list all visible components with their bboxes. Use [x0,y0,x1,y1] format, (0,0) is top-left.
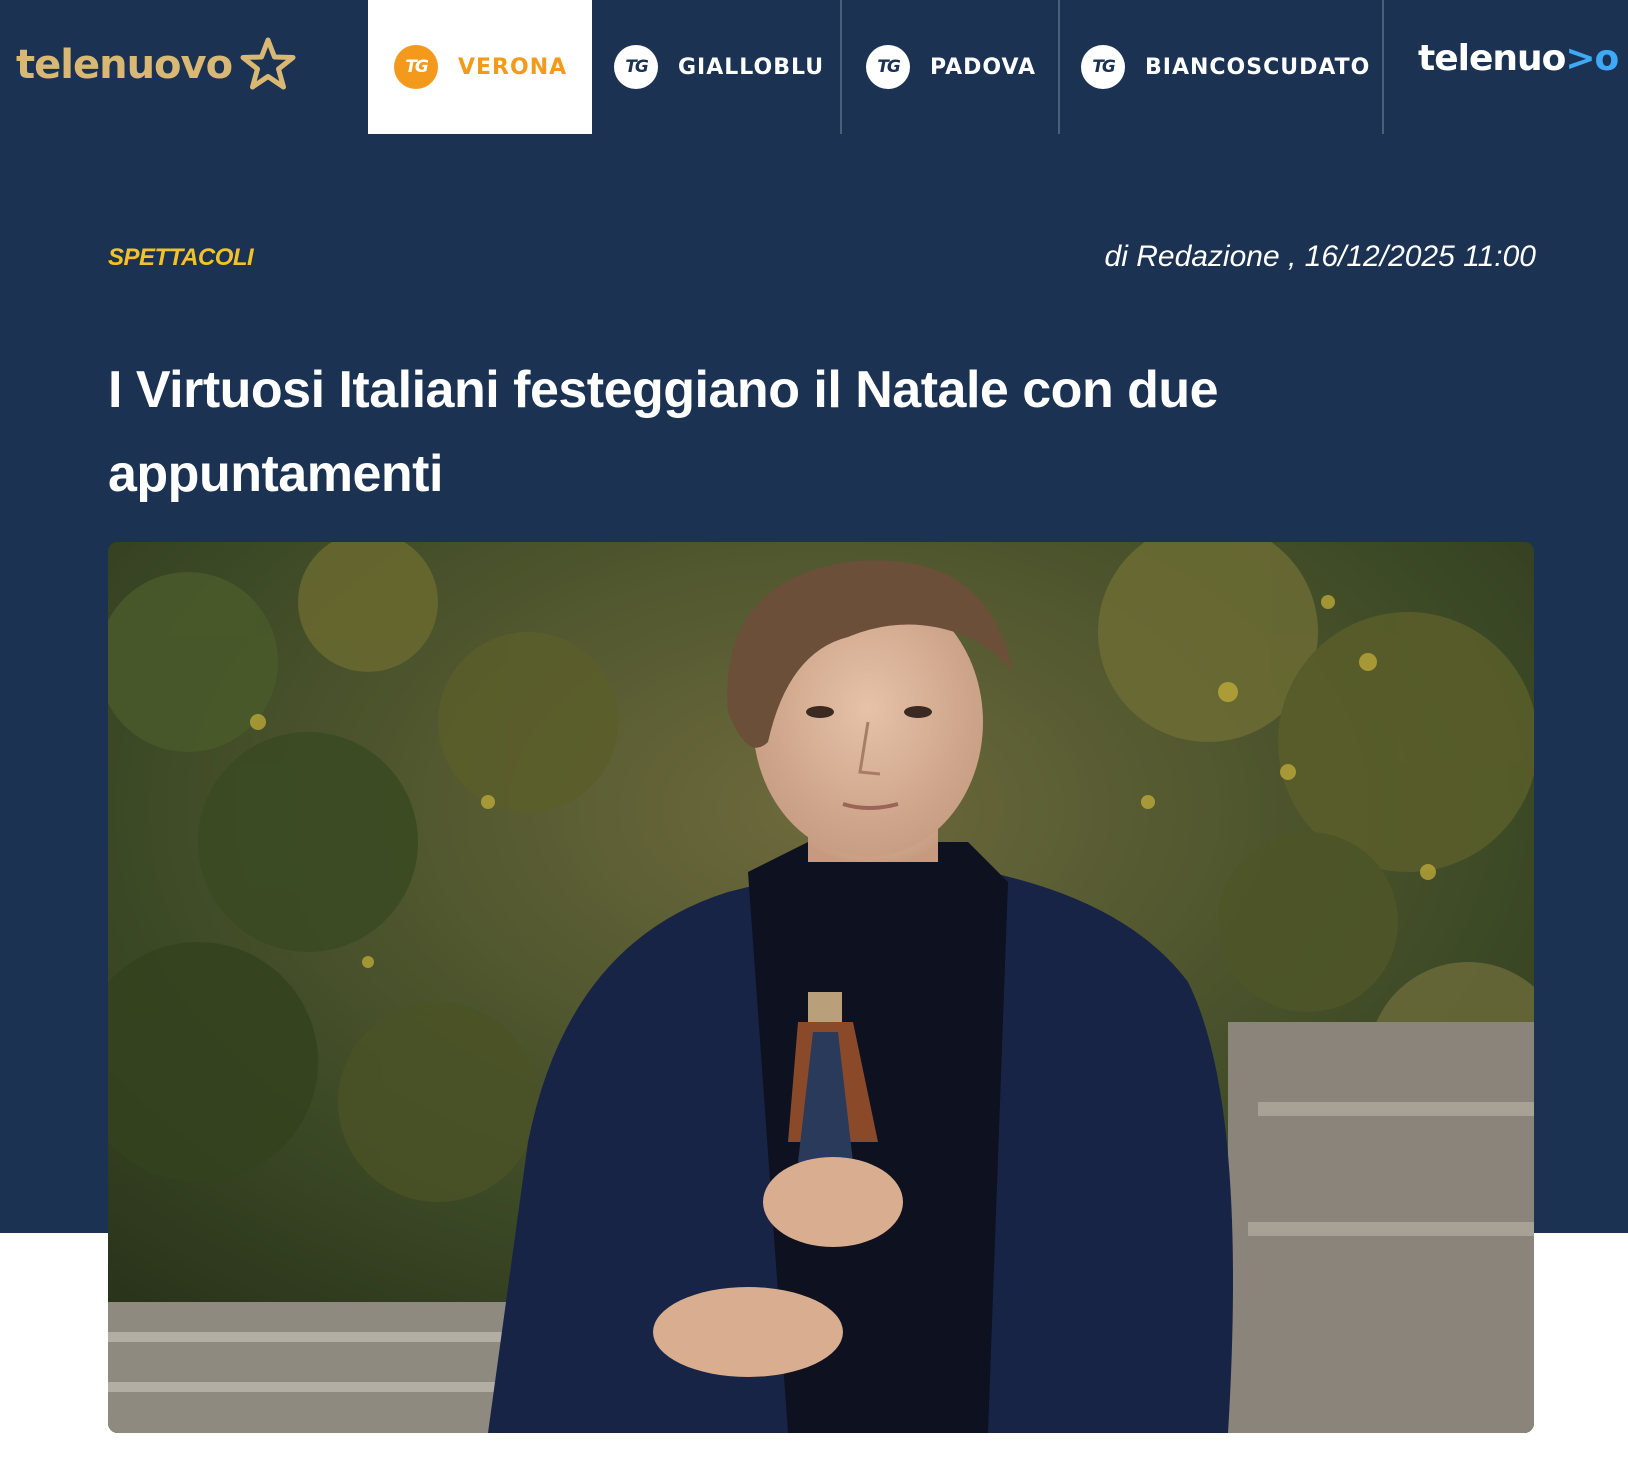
tab-divider [840,0,842,134]
secondary-logo-accent: >o [1565,38,1619,79]
tg-icon: TG [866,45,910,89]
article-byline: di Redazione , 16/12/2025 11:00 [1104,240,1536,273]
tab-label: PADOVA [930,54,1037,80]
tab-divider [1058,0,1060,134]
top-navigation: telenuovo TG VERONA TG GIALLOBLU TG PADO… [0,0,1628,134]
article-title: I Virtuosi Italiani festeggiano il Natal… [108,361,1219,503]
logo-text: telenuovo [16,42,233,88]
tab-label: VERONA [458,54,568,80]
tab-divider [1382,0,1384,134]
musician-photo [108,542,1534,1433]
category-link[interactable]: SPETTACOLI [108,244,254,272]
tab-label: GIALLOBLU [678,54,825,80]
tab-padova[interactable]: TG PADOVA [866,0,1036,134]
article-hero-image [108,542,1534,1433]
tab-biancoscudato[interactable]: TG BIANCOSCUDATO [1081,0,1370,134]
site-logo[interactable]: telenuovo [16,30,298,100]
tab-gialloblu[interactable]: TG GIALLOBLU [614,0,824,134]
secondary-logo-text: telenuo [1418,38,1566,79]
tg-icon: TG [1081,45,1125,89]
tg-icon: TG [394,45,438,89]
secondary-site-logo[interactable]: telenuo>o [1418,38,1619,79]
tab-verona[interactable]: TG VERONA [368,0,592,134]
tab-label: BIANCOSCUDATO [1145,54,1371,80]
star-icon [240,37,296,90]
tg-icon: TG [614,45,658,89]
